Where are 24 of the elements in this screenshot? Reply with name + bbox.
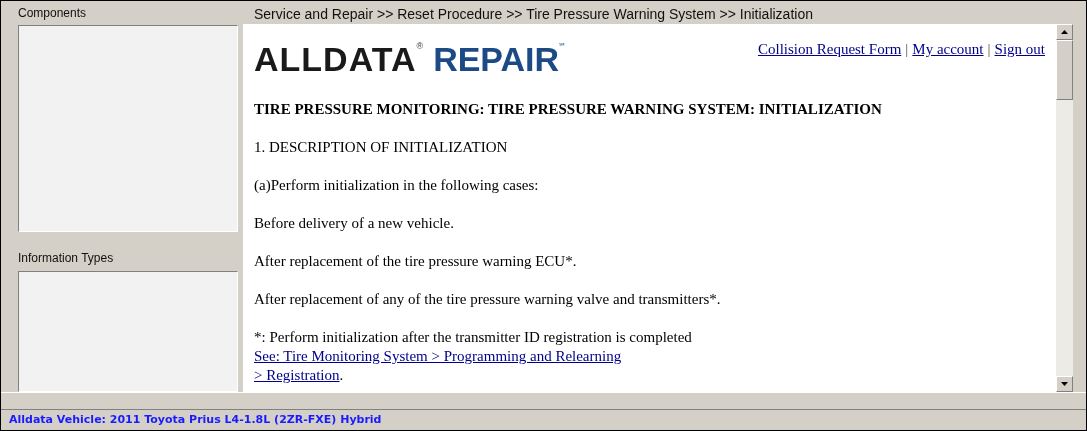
scrollbar[interactable]	[1056, 24, 1073, 392]
separator: |	[905, 40, 909, 59]
header-link[interactable]: Collision Request Form	[757, 40, 902, 59]
section-heading: TIRE PRESSURE MONITORING: TIRE PRESSURE WARNING SYSTEM: INITIALIZATION	[254, 100, 883, 119]
header-link[interactable]: My account	[912, 40, 984, 59]
panel-label: Components	[18, 5, 88, 21]
note-paragraph: *: Perform initialization after the transmitter ID registration is completed See: Tire Monitoring System > Programming and Relearning > Registration.	[254, 328, 693, 385]
scroll-up-button[interactable]	[1056, 24, 1073, 40]
paragraph: (a)Perform initialization in the following cases:	[254, 176, 540, 195]
paragraph: After replacement of the tire pressure warning ECU*.	[254, 252, 578, 271]
down-arrow-icon	[1061, 382, 1068, 386]
paragraph: Before delivery of a new vehicle.	[254, 214, 455, 233]
scroll-thumb[interactable]	[1056, 40, 1073, 100]
reference-link[interactable]: See: Tire Monitoring System > Programming and Relearning	[254, 348, 622, 364]
reference-link[interactable]: > Registration	[254, 367, 340, 383]
breadcrumb: Service and Repair >> Reset Procedure >> Tire Pressure Warning System >> Initialization	[253, 5, 814, 24]
header-link[interactable]: Sign out	[994, 40, 1045, 59]
separator: |	[987, 40, 991, 59]
status-bar: Alldata Vehicle: 2011 Toyota Prius L4-1.8L (2ZR-FXE) Hybrid	[1, 409, 1086, 430]
paragraph: After replacement of any of the tire pressure warning valve and transmitters*.	[254, 290, 722, 309]
paragraph: 1. DESCRIPTION OF INITIALIZATION	[254, 138, 509, 157]
up-arrow-icon	[1061, 30, 1068, 34]
scroll-down-button[interactable]	[1056, 376, 1073, 392]
panel-label: Information Types	[18, 250, 115, 267]
